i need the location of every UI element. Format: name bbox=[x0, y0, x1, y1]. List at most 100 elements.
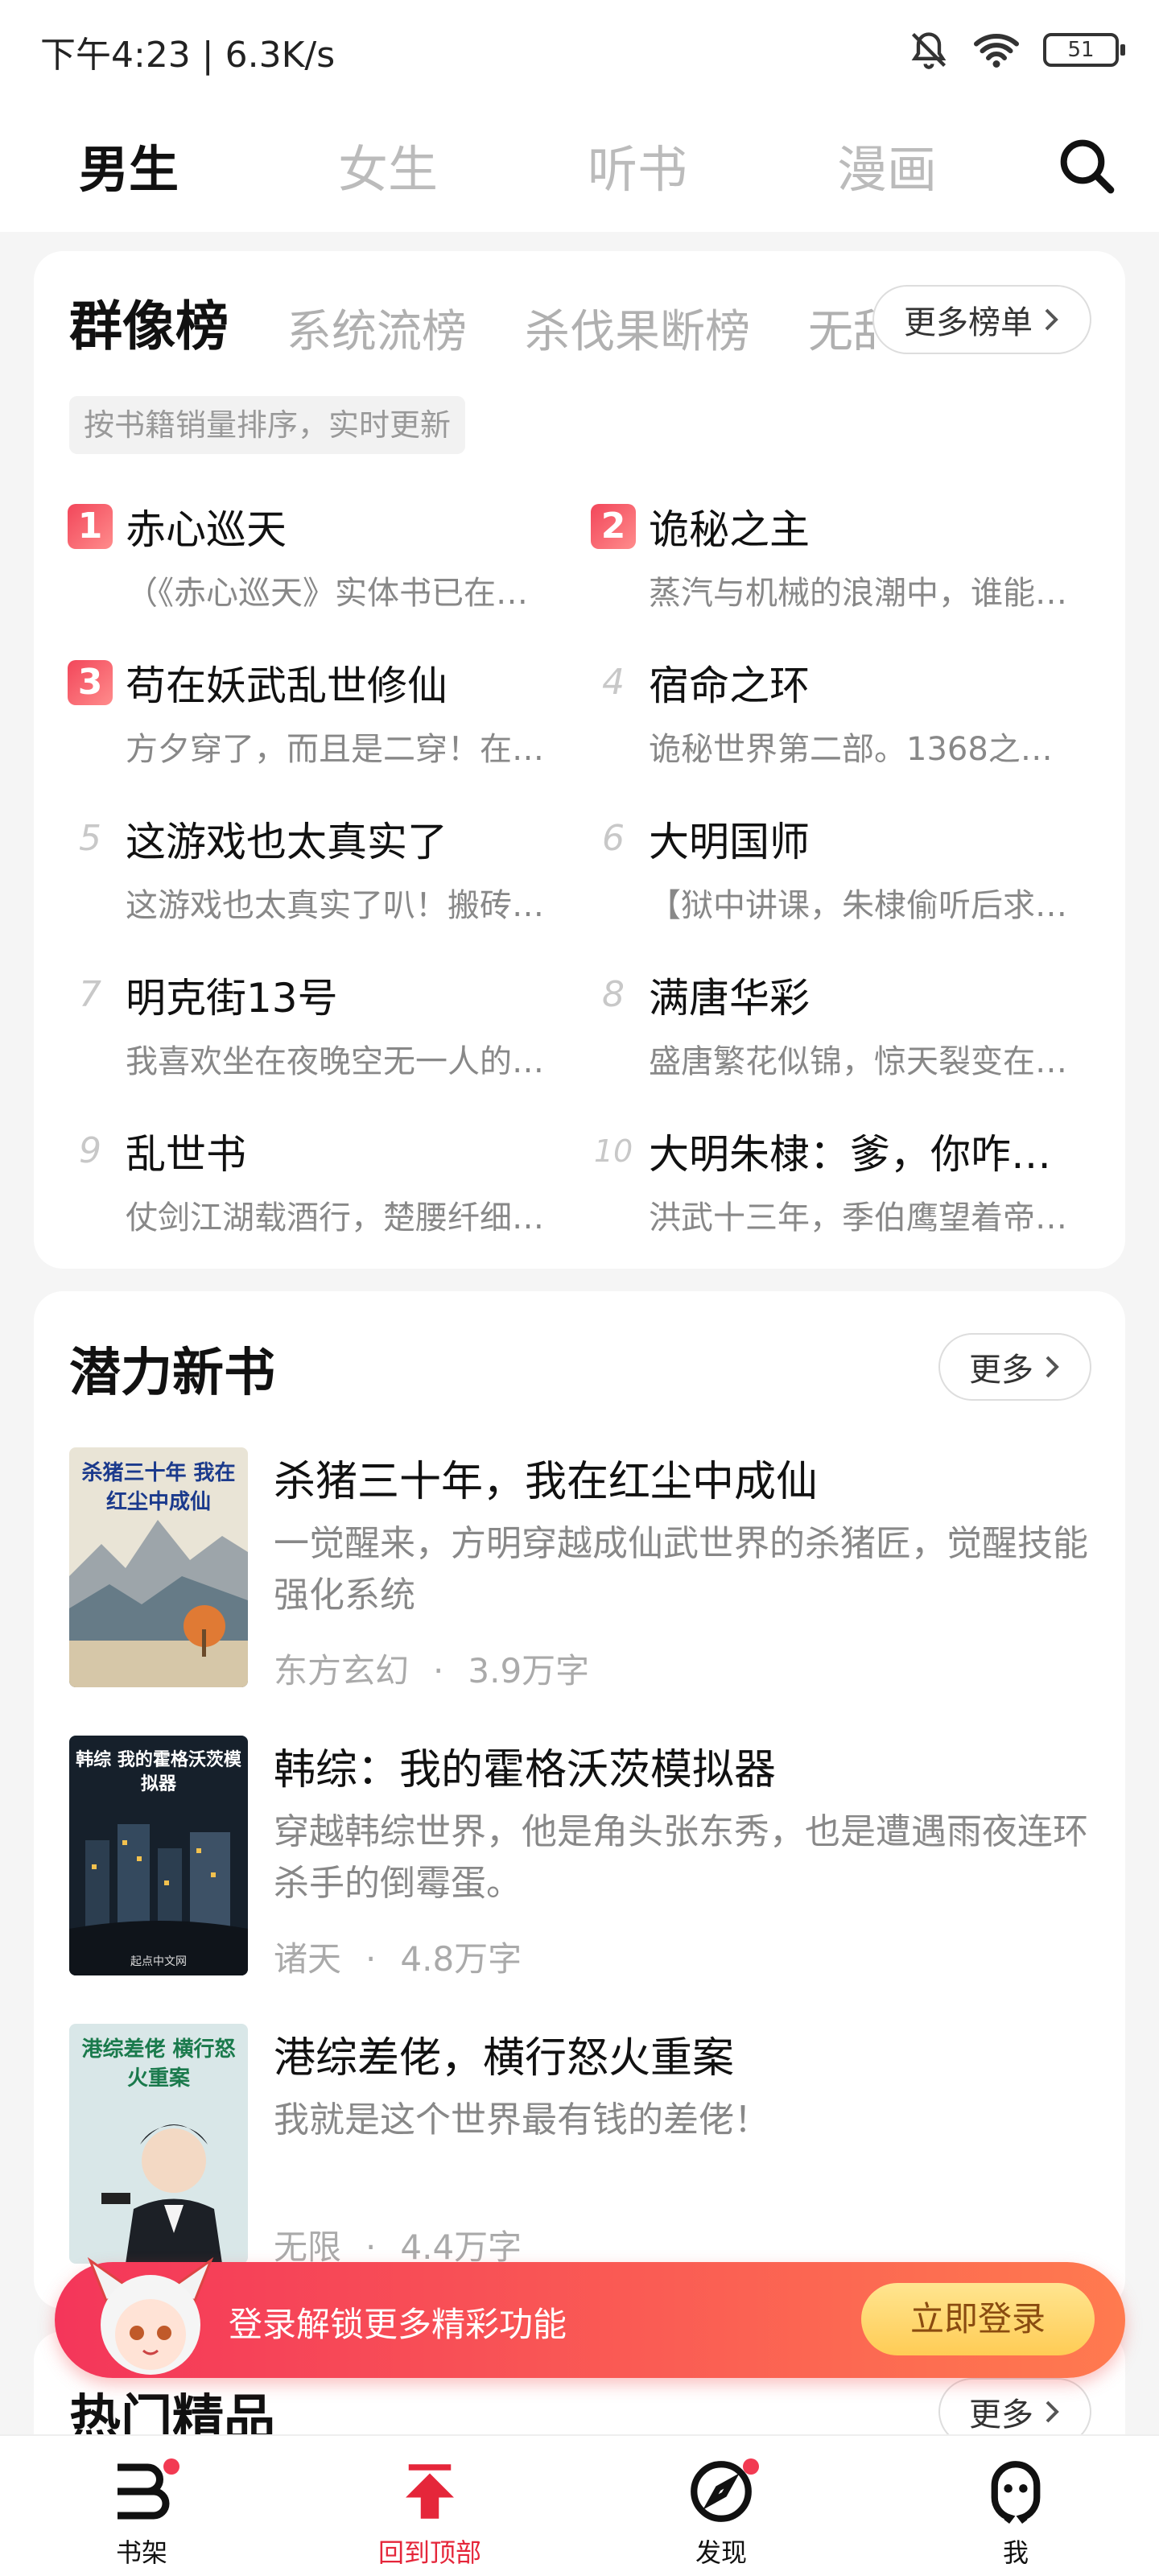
tab-female[interactable]: 女生 bbox=[338, 129, 438, 201]
rank-title: 乱世书 bbox=[126, 1131, 246, 1178]
tab-group-ranking[interactable]: 群像榜 bbox=[69, 283, 229, 361]
mascot-avatar-icon bbox=[87, 2256, 214, 2375]
top-tabs: 男生 女生 听书 漫画 bbox=[0, 101, 1159, 232]
book-genre: 无限 bbox=[274, 2227, 342, 2267]
tab-comics[interactable]: 漫画 bbox=[837, 129, 937, 201]
cover-brand: 起点中文网 bbox=[130, 1955, 187, 1968]
more-rankings-label: 更多榜单 bbox=[904, 304, 1033, 341]
rank-desc: 方夕穿了，而且是二穿！在… bbox=[126, 731, 544, 768]
rank-desc: 这游戏也太真实了叭！搬砖… bbox=[126, 887, 544, 924]
book-item[interactable]: 韩综 我的霍格沃茨模拟器 起点中文网 韩综：我的霍格沃茨模拟器 穿越韩综世界，他… bbox=[69, 1736, 1099, 1979]
back-to-top-icon bbox=[406, 2464, 454, 2519]
nav-label: 发现 bbox=[695, 2537, 747, 2568]
battery-icon: 51 bbox=[1043, 33, 1125, 67]
tab-invincible-ranking[interactable]: 无敌 bbox=[808, 295, 874, 361]
book-title: 杀猪三十年，我在红尘中成仙 bbox=[274, 1458, 819, 1506]
separator-dot: · bbox=[365, 1939, 377, 1979]
new-books-card: 潜力新书 更多 杀猪三十年 我在红尘中成仙 杀猪三十年，我在红尘中成仙 一觉醒来… bbox=[34, 1291, 1125, 2309]
book-desc: 我就是这个世界最有钱的差佬！ bbox=[274, 2099, 769, 2140]
ranking-note: 按书籍销量排序，实时更新 bbox=[69, 396, 466, 454]
mute-bell-icon bbox=[911, 32, 947, 69]
rank-number: 6 bbox=[602, 818, 625, 859]
rank-desc: 【狱中讲课，朱棣偷听后求… bbox=[649, 887, 1067, 924]
login-button[interactable]: 立即登录 bbox=[861, 2283, 1095, 2355]
book-words: 4.4万字 bbox=[400, 2227, 522, 2267]
tab-audiobook[interactable]: 听书 bbox=[588, 129, 687, 201]
tab-group-ranking-label: 群像榜 bbox=[69, 295, 229, 357]
tab-male[interactable]: 男生 bbox=[79, 129, 179, 209]
more-label: 更多 bbox=[969, 2396, 1033, 2434]
more-label: 更多 bbox=[969, 1352, 1033, 1389]
rank-number: 5 bbox=[79, 818, 101, 859]
notification-dot bbox=[743, 2458, 759, 2475]
rank-title: 苟在妖武乱世修仙 bbox=[126, 663, 448, 709]
rank-desc: 诡秘世界第二部。1368之… bbox=[649, 731, 1053, 768]
rank-number: 10 bbox=[593, 1133, 633, 1169]
rank-title: 大明国师 bbox=[649, 819, 810, 865]
nav-label: 书架 bbox=[115, 2537, 167, 2568]
nav-back-to-top[interactable]: 回到顶部 bbox=[357, 2455, 502, 2570]
chevron-right-icon bbox=[1046, 2401, 1059, 2423]
book-words: 3.9万字 bbox=[468, 1651, 590, 1690]
rank-number: 2 bbox=[591, 504, 636, 549]
book-cover: 港综差佬 横行怒火重案 bbox=[69, 2024, 248, 2264]
rank-number: 4 bbox=[602, 662, 625, 703]
cover-title: 韩综 我的霍格沃茨模拟器 bbox=[76, 1750, 241, 1794]
rank-title: 明克街13号 bbox=[126, 975, 338, 1022]
login-banner[interactable]: 登录解锁更多精彩功能 立即登录 bbox=[55, 2256, 1125, 2378]
notification-dot bbox=[163, 2458, 179, 2475]
book-meta: 诸天 · 4.8万字 bbox=[274, 1932, 522, 1981]
book-genre: 诸天 bbox=[274, 1939, 342, 1979]
nav-me[interactable]: 我 bbox=[943, 2455, 1088, 2570]
tab-system-ranking[interactable]: 系统流榜 bbox=[287, 295, 467, 361]
search-icon[interactable] bbox=[1054, 134, 1119, 198]
book-title: 港综差佬，横行怒火重案 bbox=[274, 2034, 735, 2083]
status-bar: 下午4:23 | 6.3K/s 51 bbox=[0, 0, 1159, 101]
nav-discover[interactable]: 发现 bbox=[649, 2455, 794, 2570]
tab-male-label: 男生 bbox=[79, 140, 179, 199]
book-words: 4.8万字 bbox=[400, 1939, 522, 1979]
cover-title: 杀猪三十年 我在红尘中成仙 bbox=[81, 1461, 236, 1514]
more-rankings-button[interactable]: 更多榜单 bbox=[872, 285, 1091, 354]
wifi-icon bbox=[974, 34, 1019, 68]
status-time-speed: 下午4:23 | 6.3K/s bbox=[40, 35, 336, 76]
rank-title: 满唐华彩 bbox=[649, 975, 810, 1022]
login-banner-text: 登录解锁更多精彩功能 bbox=[229, 2305, 567, 2344]
rank-number: 8 bbox=[602, 974, 625, 1015]
rank-number: 7 bbox=[79, 974, 101, 1015]
bottom-nav: 书架 回到顶部 发现 我 bbox=[0, 2434, 1159, 2576]
ranking-tabs: 群像榜 系统流榜 杀伐果断榜 无敌 bbox=[69, 283, 874, 361]
book-cover: 杀猪三十年 我在红尘中成仙 bbox=[69, 1447, 248, 1687]
rank-desc: 洪武十三年，季伯鹰望着帝… bbox=[649, 1199, 1067, 1236]
book-desc: 穿越韩综世界，他是角头张东秀，也是遭遇雨夜连环杀手的倒霉蛋。 bbox=[274, 1811, 1088, 1904]
cover-title: 港综差佬 横行怒火重案 bbox=[81, 2037, 236, 2091]
new-books-more-button[interactable]: 更多 bbox=[938, 1333, 1091, 1401]
rank-desc: 我喜欢坐在夜晚空无一人的… bbox=[126, 1043, 544, 1080]
new-books-title: 潜力新书 bbox=[69, 1344, 275, 1403]
rank-number: 9 bbox=[79, 1130, 101, 1171]
book-genre: 东方玄幻 bbox=[274, 1651, 410, 1690]
tab-decisive-ranking[interactable]: 杀伐果断榜 bbox=[525, 295, 750, 361]
book-item[interactable]: 杀猪三十年 我在红尘中成仙 杀猪三十年，我在红尘中成仙 一觉醒来，方明穿越成仙武… bbox=[69, 1447, 1099, 1690]
book-title: 韩综：我的霍格沃茨模拟器 bbox=[274, 1746, 777, 1794]
nav-label: 我 bbox=[1002, 2537, 1029, 2568]
chevron-right-icon bbox=[1046, 1356, 1059, 1378]
book-desc: 一觉醒来，方明穿越成仙武世界的杀猪匠，觉醒技能强化系统 bbox=[274, 1523, 1088, 1616]
separator-dot: · bbox=[365, 2227, 377, 2267]
separator-dot: · bbox=[433, 1651, 444, 1690]
status-icons: 51 bbox=[908, 29, 1125, 71]
rank-title: 大明朱棣：爹，你咋… bbox=[649, 1131, 1051, 1178]
rank-number: 3 bbox=[68, 660, 113, 705]
rank-desc: 仗剑江湖载酒行，楚腰纤细… bbox=[126, 1199, 544, 1236]
rank-title: 赤心巡天 bbox=[126, 506, 287, 553]
book-item[interactable]: 港综差佬 横行怒火重案 港综差佬，横行怒火重案 我就是这个世界最有钱的差佬！ 无… bbox=[69, 2024, 1099, 2267]
ranking-card: 群像榜 系统流榜 杀伐果断榜 无敌 更多榜单 按书籍销量排序，实时更新 1 赤心巡… bbox=[34, 251, 1125, 1269]
rank-desc: （《赤心巡天》实体书已在… bbox=[126, 575, 528, 612]
app-root: 下午4:23 | 6.3K/s 51 男生 女生 听书 漫画 群像榜 系统流榜 … bbox=[0, 0, 1159, 2576]
book-cover: 韩综 我的霍格沃茨模拟器 起点中文网 bbox=[69, 1736, 248, 1975]
nav-bookshelf[interactable]: 书架 bbox=[69, 2455, 214, 2570]
rank-desc: 盛唐繁花似锦，惊天裂变在… bbox=[649, 1043, 1067, 1080]
rank-title: 诡秘之主 bbox=[649, 506, 810, 553]
nav-label: 回到顶部 bbox=[377, 2537, 481, 2568]
profile-icon bbox=[991, 2461, 1041, 2524]
